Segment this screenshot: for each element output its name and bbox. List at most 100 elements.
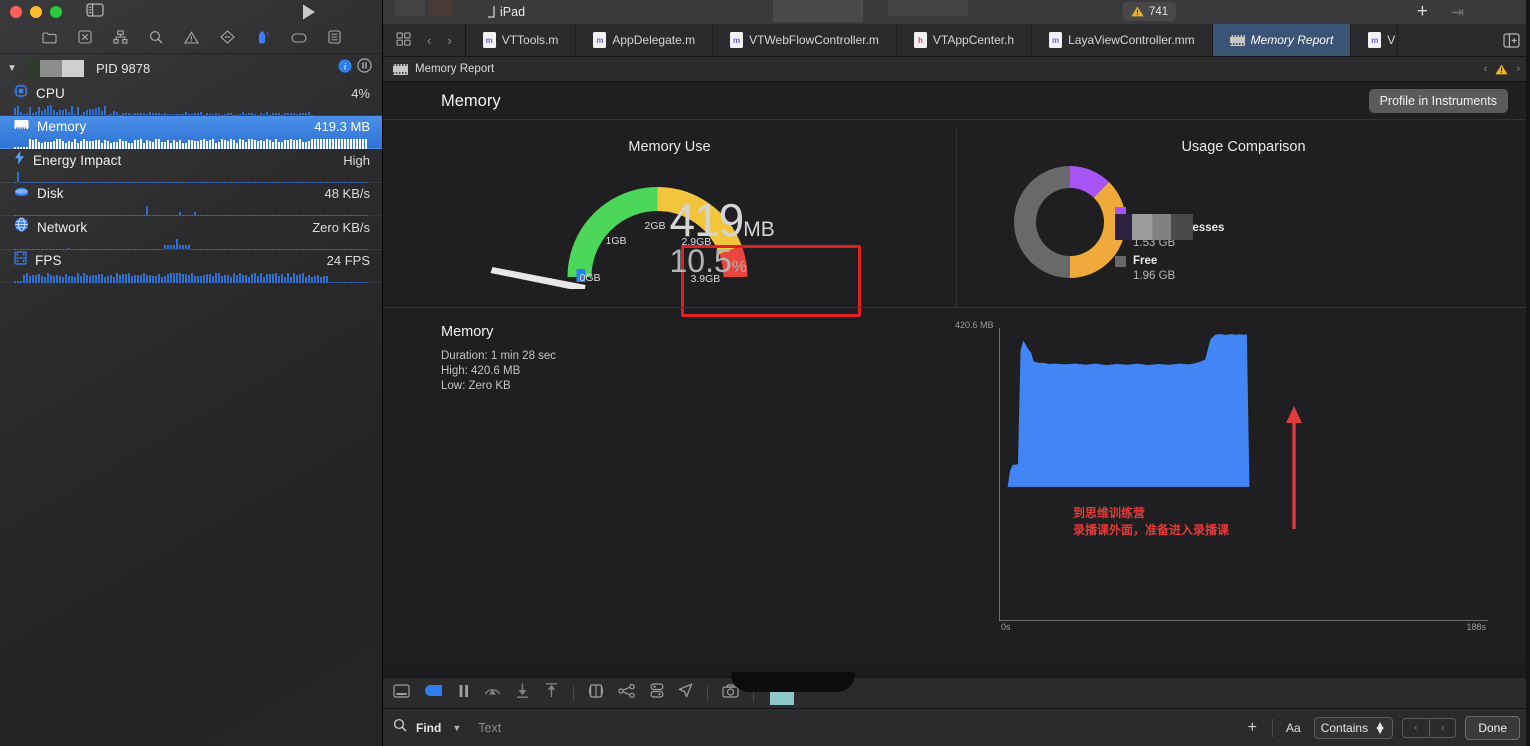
network-sparkline [0, 238, 382, 249]
editor-tab-appdelegate[interactable]: m AppDelegate.m [576, 24, 714, 56]
hierarchy-icon[interactable] [112, 30, 128, 49]
editor-tab-overflow[interactable]: m V [1351, 24, 1399, 56]
metric-label: FPS [35, 253, 62, 268]
zoom-button[interactable] [50, 6, 62, 18]
objc-file-icon: m [730, 32, 744, 48]
profile-in-instruments-button[interactable]: Profile in Instruments [1368, 89, 1508, 113]
editor-tab-vtwebflowcontroller[interactable]: m VTWebFlowController.m [713, 24, 897, 56]
metric-row-energy[interactable]: Energy Impact High [0, 149, 382, 183]
warning-count-label: 741 [1149, 5, 1169, 18]
xcode-titlebar: iPad 741 + ⇥ [383, 0, 1530, 24]
location-icon[interactable] [678, 683, 693, 703]
find-next-button[interactable]: › [1430, 719, 1456, 737]
pause-process-icon[interactable] [357, 58, 372, 78]
app-name-redaction [26, 59, 84, 77]
memory-percent: 10.5% [670, 243, 747, 280]
issue-icon[interactable] [77, 30, 92, 49]
memory-graph-icon[interactable] [618, 683, 636, 703]
forward-icon[interactable]: › [440, 33, 458, 48]
chevron-updown-icon[interactable]: ▲ ▼ [1374, 719, 1386, 736]
metric-row-cpu[interactable]: CPU 4% [0, 82, 382, 116]
step-over-icon[interactable] [484, 684, 501, 703]
energy-sparkline [0, 171, 382, 182]
warning-count-badge[interactable]: 741 [1123, 2, 1177, 21]
editor-tab-vttools[interactable]: m VTTools.m [466, 24, 577, 56]
info-icon[interactable]: i [338, 58, 352, 78]
close-button[interactable] [10, 6, 22, 18]
chevron-down-icon[interactable]: ▼ [452, 723, 461, 733]
search-input[interactable] [478, 720, 1233, 735]
previous-issue-icon[interactable]: ‹ [1484, 63, 1488, 75]
step-into-icon[interactable] [515, 683, 530, 703]
metric-value: 4% [351, 85, 370, 101]
editor-tab-layaviewcontroller[interactable]: m LayaViewController.mm [1032, 24, 1213, 56]
folder-icon[interactable] [41, 31, 57, 49]
sidebar-toggle-icon[interactable] [86, 2, 104, 22]
annotation-line-1: 到思维训练营 [1073, 506, 1146, 520]
x-tick-start: 0s [1001, 622, 1011, 632]
step-out-icon[interactable] [544, 683, 559, 703]
objc-file-icon: m [1049, 32, 1063, 48]
metric-value: 48 KB/s [324, 186, 370, 201]
add-button[interactable]: + [1417, 1, 1428, 23]
metric-value: 24 FPS [326, 253, 370, 268]
done-button[interactable]: Done [1465, 715, 1520, 740]
process-actions: i [338, 58, 372, 78]
match-mode-select[interactable]: Contains ▲ ▼ [1313, 716, 1393, 739]
toolbar-divider-2 [707, 685, 708, 701]
pause-icon[interactable] [458, 684, 470, 703]
add-editor-button[interactable] [1493, 24, 1530, 56]
report-icon[interactable] [327, 30, 341, 49]
process-row[interactable]: ▼ PID 9878 i [0, 54, 382, 82]
disk-sparkline [0, 205, 382, 216]
view-hierarchy-icon[interactable] [588, 683, 604, 703]
add-filter-button[interactable]: + [1242, 719, 1263, 737]
metric-row-fps[interactable]: FPS 24 FPS [0, 250, 382, 283]
issue-navigation-group: ‹ › [1484, 63, 1520, 75]
find-navigation: ‹ › [1401, 717, 1457, 738]
metric-value: Zero KB/s [312, 219, 370, 235]
metric-value: High [343, 152, 370, 168]
metric-row-disk[interactable]: Disk 48 KB/s [0, 183, 382, 216]
run-button[interactable] [300, 3, 318, 26]
add-editor-icon [1503, 32, 1520, 48]
usage-donut-wrap: Other Processes 1.53 GB Free 1.96 GB [957, 159, 1530, 289]
find-mode-label[interactable]: Find [416, 721, 441, 735]
process-pid-label: PID 9878 [96, 60, 151, 76]
find-previous-button[interactable]: ‹ [1403, 718, 1430, 737]
x-axis-line [999, 620, 1488, 621]
environment-overrides-icon[interactable] [650, 683, 664, 703]
titlebar-redaction-c [773, 0, 863, 22]
editor-tab-vtappcenter[interactable]: h VTAppCenter.h [897, 24, 1033, 56]
editor-panel: iPad 741 + ⇥ ‹ › m VTTools.m m AppDelega… [383, 0, 1530, 746]
legend-label: Free [1133, 255, 1158, 267]
back-icon[interactable]: ‹ [420, 33, 438, 48]
tab-overview-icon[interactable] [389, 31, 418, 49]
search-icon[interactable] [149, 30, 163, 49]
cpu-icon [14, 84, 28, 103]
warning-icon[interactable] [183, 30, 199, 49]
debug-gauge-icon[interactable] [256, 30, 270, 50]
tab-label: V [1387, 33, 1396, 47]
minimize-button[interactable] [30, 6, 42, 18]
breakpoint-icon[interactable] [219, 30, 235, 49]
run-destination[interactable]: iPad [487, 5, 525, 19]
metric-row-network[interactable]: Network Zero KB/s [0, 216, 382, 250]
memory-area-path [1007, 334, 1250, 487]
graph-high: High: 420.6 MB [441, 365, 521, 377]
editor-tab-memory-report[interactable]: Memory Report [1212, 24, 1352, 56]
tab-list: m VTTools.m m AppDelegate.m m VTWebFlowC… [466, 24, 1493, 56]
toolbar-divider [573, 685, 574, 701]
tag-icon[interactable] [290, 31, 307, 49]
navigate-back-icon[interactable]: ⇥ [1451, 3, 1464, 21]
debug-area-icon[interactable] [424, 684, 444, 702]
console-toggle-icon[interactable] [393, 683, 410, 703]
chevron-down-icon[interactable]: ▼ [4, 63, 20, 74]
next-issue-icon[interactable]: › [1516, 63, 1520, 75]
device-label: iPad [500, 5, 526, 19]
legend-row-free: Free 1.96 GB [1115, 253, 1275, 284]
match-case-button[interactable]: Aa [1282, 721, 1305, 735]
memory-percent-number: 10.5 [669, 243, 732, 279]
metric-row-memory[interactable]: Memory 419.3 MB [0, 115, 382, 149]
bolt-icon [14, 150, 25, 170]
